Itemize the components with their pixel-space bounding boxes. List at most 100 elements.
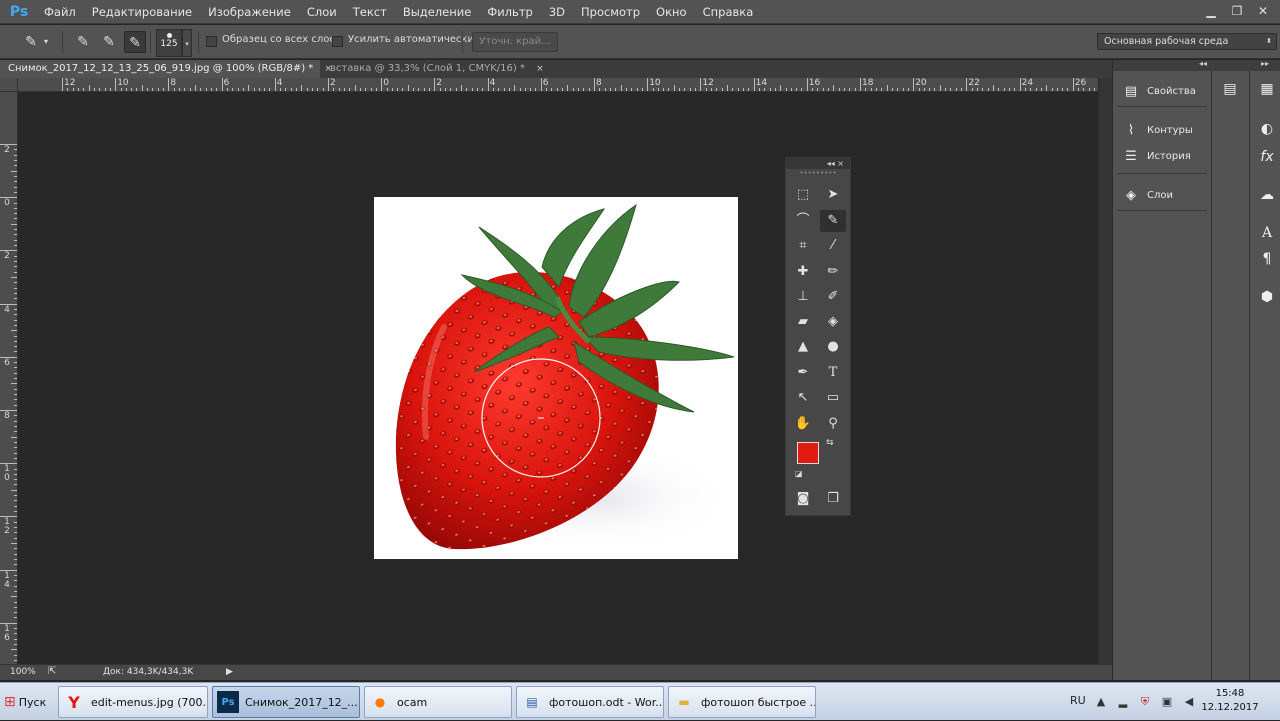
refine-edge-button[interactable]: Уточн. край... [472,32,558,52]
clock[interactable]: 15:48 12.12.2017 [1200,687,1260,715]
chevron-down-icon[interactable]: ▾ [40,31,52,53]
panel-paths[interactable]: ⌇ Контуры [1121,119,1193,141]
new-selection-icon[interactable]: ✎ [72,31,94,53]
menu-3d[interactable]: 3D [541,0,573,24]
menu-edit[interactable]: Редактирование [84,0,200,24]
ruler-corner[interactable] [0,78,18,92]
eyedropper-tool-icon[interactable]: ⁄ [820,235,846,257]
foreground-color-swatch[interactable] [797,442,819,464]
task-writer[interactable]: ▤ фотошоп.odt - Wor... [516,686,664,718]
quick-selection-tool-icon[interactable]: ✎ [820,210,846,232]
tools-grip[interactable]: ••••••••• [786,169,850,177]
menu-help[interactable]: Справка [695,0,762,24]
swap-colors-icon[interactable]: ⇆ [826,438,834,448]
task-ocam[interactable]: ● ocam [364,686,512,718]
blur-tool-icon[interactable]: ▲ [790,336,816,358]
history-brush-tool-icon[interactable]: ✐ [820,286,846,308]
ruler-tick [578,88,580,91]
brush-tool-icon[interactable]: ✏ [820,261,846,283]
quick-selection-preset-icon[interactable]: ✎ [20,31,42,53]
rectangle-tool-icon[interactable]: ▭ [820,387,846,409]
antivirus-icon[interactable]: ⛨ [1138,695,1152,709]
status-menu-arrow-icon[interactable]: ▶ [226,667,233,677]
paint-bucket-tool-icon[interactable]: ◈ [820,311,846,333]
close-icon[interactable]: × [536,64,544,74]
panel-properties[interactable]: ▤ Свойства [1121,80,1196,102]
document-canvas[interactable] [374,197,738,559]
menu-layer[interactable]: Слои [299,0,345,24]
quick-mask-icon[interactable]: ◙ [790,488,816,510]
3d-icon[interactable]: ⬢ [1256,286,1278,308]
panel-options-icon[interactable]: ▤ [1219,78,1241,100]
ruler-tick [450,88,452,91]
add-to-selection-icon[interactable]: ✎ [98,31,120,53]
ruler-top-label: 2 [330,78,336,88]
menu-filter[interactable]: Фильтр [479,0,541,24]
ruler-tick [833,85,835,91]
restore-icon[interactable]: ❐ [1226,2,1248,20]
styles-icon[interactable]: fx [1256,146,1278,168]
subtract-from-selection-icon[interactable]: ✎ [124,31,146,53]
eraser-tool-icon[interactable]: ▰ [790,311,816,333]
dodge-tool-icon[interactable]: ● [820,336,846,358]
ruler-tick [0,463,17,465]
ruler-tick [11,277,17,278]
export-icon[interactable]: ⇱ [48,666,56,677]
menu-type[interactable]: Текст [345,0,395,24]
lasso-tool-icon[interactable]: ⌒ [790,210,816,232]
brush-size-picker[interactable]: 125 [156,29,182,57]
pen-tool-icon[interactable]: ✒ [790,362,816,384]
minimize-icon[interactable]: ▁ [1200,2,1222,20]
panel-layers[interactable]: ◈ Слои [1121,184,1173,206]
menu-image[interactable]: Изображение [200,0,299,24]
collapse-side-icon[interactable]: ▸▸ [1261,59,1269,68]
collapse-panels-icon[interactable]: ◂◂ [1199,59,1207,68]
menu-file[interactable]: Файл [36,0,84,24]
sample-all-layers-checkbox[interactable] [206,36,217,47]
task-photoshop[interactable]: Ps Снимок_2017_12_... [212,686,360,718]
type-tool-icon[interactable]: T [820,362,846,384]
ruler-tick [461,85,462,91]
tab-snapshot[interactable]: Снимок_2017_12_12_13_25_06_919.jpg @ 100… [0,60,332,78]
hand-tool-icon[interactable]: ✋ [790,413,816,435]
vertical-ruler[interactable]: 2 0 2 4 6 8 10 12 14 16 [0,92,18,664]
swatches-icon[interactable]: ☁ [1256,184,1278,206]
close-icon[interactable]: ✕ [1252,2,1274,20]
ruler-tick [955,88,957,91]
zoom-tool-icon[interactable]: ⚲ [820,413,846,435]
paragraph-icon[interactable]: ¶ [1256,248,1278,270]
screen-mode-icon[interactable]: ❐ [820,488,846,510]
zoom-level[interactable]: 100% [10,667,36,677]
task-folder[interactable]: ▬ фотошоп быстрое ... [668,686,816,718]
brush-dropdown-icon[interactable]: ▾ [182,29,192,57]
show-hidden-icons-icon[interactable]: ▲ [1094,695,1108,709]
menu-select[interactable]: Выделение [395,0,480,24]
menu-window[interactable]: Окно [648,0,695,24]
network-signal-icon[interactable]: ▂ [1116,695,1130,709]
usb-device-icon[interactable]: ▣ [1160,695,1174,709]
ruler-tick [0,516,17,518]
tools-panel-header[interactable]: ◂◂ × [786,158,850,169]
clone-stamp-tool-icon[interactable]: ⊥ [790,286,816,308]
character-icon[interactable]: A [1256,222,1278,244]
menu-view[interactable]: Просмотр [573,0,648,24]
horizontal-ruler[interactable]: 12 10 8 6 4 2 0 2 4 6 8 10 12 14 16 18 20 22 24 26 [18,78,1112,92]
start-button[interactable]: ⊞ Пуск [2,687,48,717]
workspace-select[interactable]: Основная рабочая среда ⬍ [1097,33,1277,50]
path-selection-tool-icon[interactable]: ↖ [790,387,816,409]
auto-enhance-checkbox[interactable] [332,36,343,47]
histogram-icon[interactable]: ▦ [1256,78,1278,100]
crop-tool-icon[interactable]: ⌗ [790,235,816,257]
ruler-tick [844,88,846,91]
move-tool-icon[interactable]: ➤ [820,184,846,206]
vertical-scrollbar[interactable] [1098,78,1112,664]
marquee-tool-icon[interactable]: ⬚ [790,184,816,206]
tab-vstavka[interactable]: вставка @ 33,3% (Слой 1, CMYK/16) * × [322,60,544,78]
volume-icon[interactable]: ◀ [1182,695,1196,709]
language-indicator[interactable]: RU [1070,694,1086,707]
panel-history[interactable]: ☰ История [1121,145,1191,167]
healing-brush-tool-icon[interactable]: ✚ [790,261,816,283]
default-colors-icon[interactable]: ◪ [795,469,803,478]
task-yandex[interactable]: Y edit-menus.jpg (700... [58,686,208,718]
adjustments-icon[interactable]: ◐ [1256,118,1278,140]
